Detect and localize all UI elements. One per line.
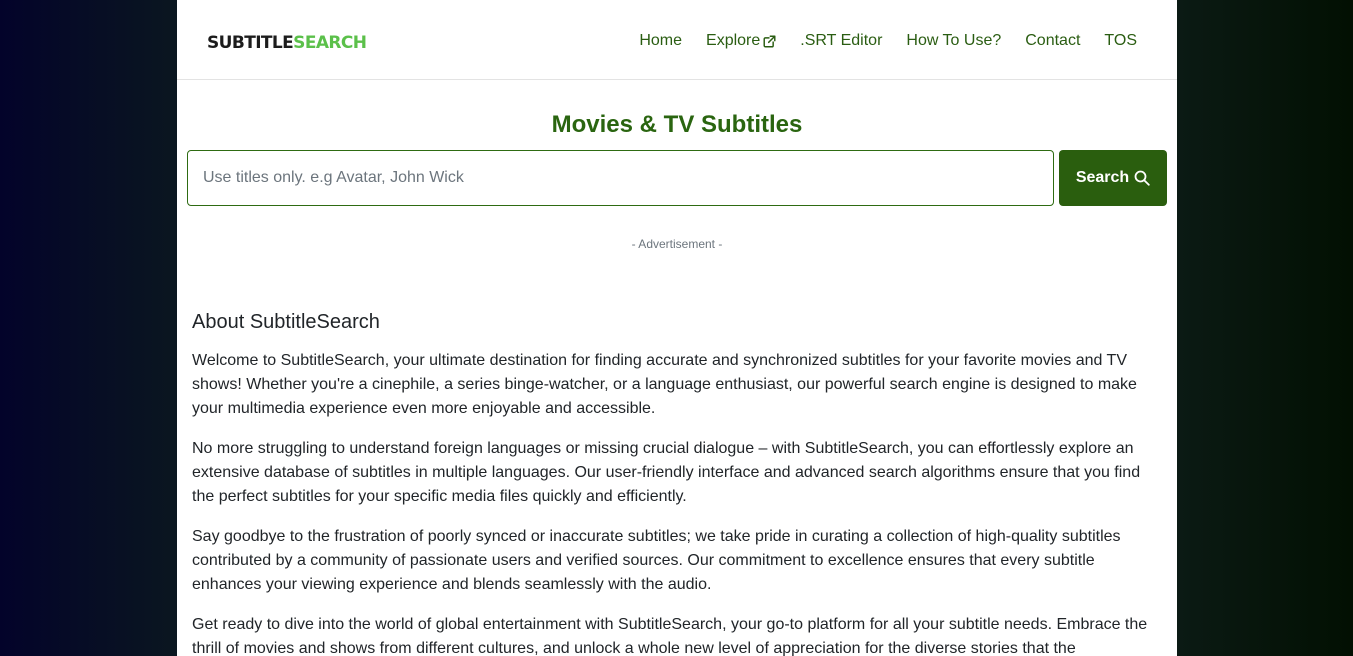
main-page: SUBTITLESEARCH Home Explore .SRT Editor … [177,0,1177,656]
nav-tos-link[interactable]: TOS [1104,31,1137,51]
logo-text-subtitle: SUBTITLE [207,33,294,53]
search-input[interactable] [187,150,1054,206]
main-nav: Home Explore .SRT Editor How To Use? Con… [615,31,1137,51]
about-section: About SubtitleSearch Welcome to Subtitle… [192,310,1162,656]
search-icon [1134,170,1150,186]
navbar: SUBTITLESEARCH Home Explore .SRT Editor … [177,0,1177,80]
about-heading: About SubtitleSearch [192,311,380,333]
about-paragraph-1: Welcome to SubtitleSearch, your ultimate… [192,352,1137,417]
nav-contact-link[interactable]: Contact [1025,31,1080,51]
nav-how-to-use-link[interactable]: How To Use? [906,31,1001,51]
search-button-label: Search [1075,169,1130,186]
search-button[interactable]: Search [1059,150,1167,206]
about-paragraph-3: Say goodbye to the frustration of poorly… [192,528,1121,593]
nav-explore-link[interactable]: Explore [706,31,777,51]
about-paragraph-2: No more struggling to understand foreign… [192,440,1141,505]
nav-srt-editor-link[interactable]: .SRT Editor [800,31,882,51]
page-title: Movies & TV Subtitles [551,111,803,138]
nav-explore-label: Explore [706,32,761,49]
external-link-icon [763,34,777,48]
advertisement-label: - Advertisement - [631,237,723,251]
about-paragraph-4: Get ready to dive into the world of glob… [192,616,1148,656]
nav-home-link[interactable]: Home [639,31,682,51]
logo-text-search: SEARCH [293,33,367,53]
site-logo[interactable]: SUBTITLESEARCH [207,33,367,53]
